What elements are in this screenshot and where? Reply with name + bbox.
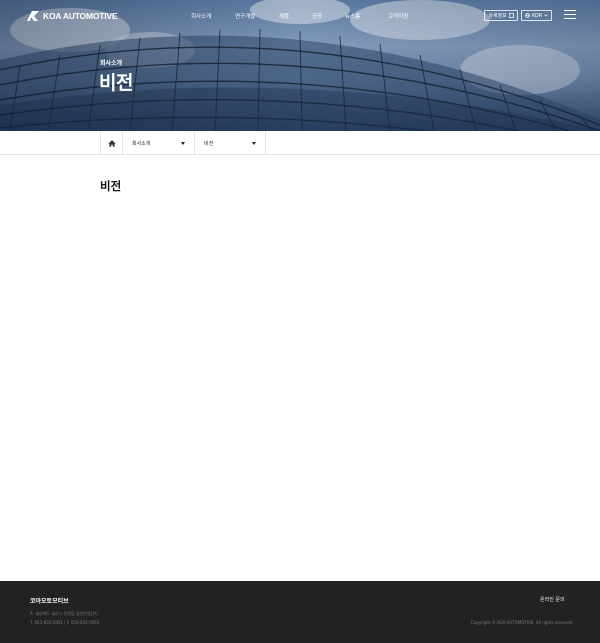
- caret-down-icon: [252, 141, 256, 145]
- nav-item-factory[interactable]: 공장: [312, 12, 322, 20]
- footer-contact: T. 053-855-5951 | F. 053-855-5955: [30, 620, 100, 625]
- external-link-icon: [508, 13, 514, 18]
- chevron-down-icon: [544, 14, 548, 17]
- breadcrumb-depth1-label: 회사소개: [132, 140, 151, 147]
- caret-down-icon: [181, 141, 185, 145]
- nav-item-products[interactable]: 제품: [279, 12, 289, 20]
- home-button[interactable]: [100, 131, 123, 155]
- online-inquiry-link[interactable]: 온라인 문의: [540, 596, 565, 603]
- hamburger-menu-icon[interactable]: [564, 10, 576, 20]
- language-selector[interactable]: KOR: [521, 10, 552, 21]
- nav-item-research[interactable]: 연구개발: [235, 12, 255, 20]
- footer-copyright: Copyright © KOA AUTOMOTIVE. All rights r…: [471, 620, 574, 625]
- hero-subtitle: 회사소개: [100, 60, 123, 67]
- breadcrumb-depth2-select[interactable]: 비전: [195, 131, 266, 155]
- home-icon: [107, 139, 116, 147]
- detail-info-button[interactable]: 상세정보: [484, 10, 518, 21]
- page-title: 비전: [100, 179, 122, 193]
- nav-item-support[interactable]: 고객지원: [388, 12, 408, 20]
- detail-info-label: 상세정보: [488, 13, 507, 19]
- footer-address: A. 경상북도 경산시 진량읍 일반산업단지: [30, 611, 98, 616]
- breadcrumb: 회사소개 비전: [0, 131, 600, 155]
- nav-item-company[interactable]: 회사소개: [191, 12, 211, 20]
- language-label: KOR: [531, 12, 543, 19]
- breadcrumb-depth2-label: 비전: [204, 140, 214, 147]
- hero-title: 비전: [99, 72, 133, 94]
- site-footer: 코아오토모티브 A. 경상북도 경산시 진량읍 일반산업단지 T. 053-85…: [0, 581, 600, 643]
- hero-banner: KOA AUTOMOTIVE 회사소개 연구개발 제품 공장 뉴스룸 고객지원 …: [0, 0, 600, 131]
- nav-item-newsroom[interactable]: 뉴스룸: [345, 12, 360, 20]
- footer-company-name: 코아오토모티브: [30, 598, 69, 605]
- breadcrumb-depth1-select[interactable]: 회사소개: [123, 131, 195, 155]
- globe-icon: [524, 13, 530, 18]
